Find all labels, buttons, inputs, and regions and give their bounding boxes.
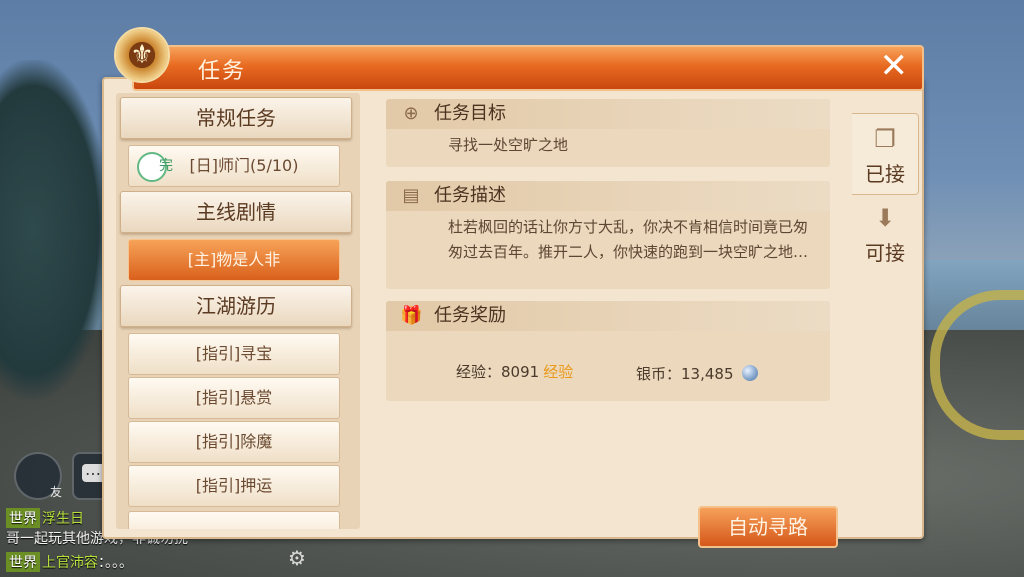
chat-sender[interactable]: 上官沛容 bbox=[42, 555, 98, 571]
dialog-titlebar: ⚜ 任务 ✕ bbox=[114, 27, 924, 91]
accepted-icon: ❐ bbox=[874, 125, 896, 153]
target-icon: ⊕ bbox=[403, 103, 419, 124]
description-section: ▤ 任务描述 杜若枫回的话让你方寸大乱，你决不肯相信时间竟已匆匆过去百年。推开二… bbox=[386, 181, 830, 289]
silver-coin-icon bbox=[741, 365, 758, 381]
dialog-title: 任务 bbox=[198, 59, 247, 84]
exp-value: 8091 bbox=[501, 363, 540, 381]
quest-item-main[interactable]: [主]物是人非 bbox=[128, 239, 340, 281]
description-text: 杜若枫回的话让你方寸大乱，你决不肯相信时间竟已匆匆过去百年。推开二人，你快速的跑… bbox=[448, 218, 809, 261]
quest-item-partial[interactable] bbox=[128, 511, 340, 529]
chat-channel-tag: 世界 bbox=[6, 508, 40, 528]
chat-line: 世界 上官沛容：。。。 bbox=[6, 552, 133, 572]
reward-header: 🎁 任务奖励 bbox=[386, 301, 830, 331]
goal-text: 寻找一处空旷之地 bbox=[448, 136, 569, 154]
silver-reward: 银币：13,485 bbox=[636, 363, 758, 384]
chat-message: ：。。。 bbox=[98, 555, 133, 571]
exp-icon: 经验 bbox=[543, 363, 574, 381]
exp-label: 经验： bbox=[456, 363, 502, 381]
silver-value: 13,485 bbox=[681, 365, 734, 383]
friends-label: 友 bbox=[49, 485, 62, 499]
tab-accepted-label: 已接 bbox=[865, 162, 905, 186]
quest-item-daily-sect[interactable]: 完 [日]师门(5/10) bbox=[128, 145, 340, 187]
gift-icon: 🎁 bbox=[400, 305, 423, 326]
description-header: ▤ 任务描述 bbox=[386, 181, 830, 211]
quest-item-treasure[interactable]: [指引]寻宝 bbox=[128, 333, 340, 375]
tab-available[interactable]: ⬇ 可接 bbox=[852, 193, 918, 273]
goal-header: ⊕ 任务目标 bbox=[386, 99, 830, 129]
close-icon[interactable]: ✕ bbox=[880, 46, 909, 86]
background-tree bbox=[0, 60, 110, 400]
quest-item-demon[interactable]: [指引]除魔 bbox=[128, 421, 340, 463]
quest-dialog: 常规任务 完 [日]师门(5/10) 主线剧情 [主]物是人非 江湖游历 [指引… bbox=[102, 27, 924, 548]
chat-line: 世界 浮生日 bbox=[6, 508, 84, 528]
document-icon: ▤ bbox=[402, 185, 420, 206]
reward-title: 任务奖励 bbox=[434, 305, 506, 326]
quest-list: 常规任务 完 [日]师门(5/10) 主线剧情 [主]物是人非 江湖游历 [指引… bbox=[116, 93, 360, 529]
completed-badge-icon: 完 bbox=[137, 152, 173, 182]
category-wander[interactable]: 江湖游历 bbox=[120, 285, 352, 327]
quest-detail: ⊕ 任务目标 寻找一处空旷之地 ▤ 任务描述 杜若枫回的话让你方寸大乱，你决不肯… bbox=[374, 93, 844, 548]
tab-available-label: 可接 bbox=[865, 241, 905, 265]
chat-sender[interactable]: 浮生日 bbox=[42, 511, 84, 527]
description-title: 任务描述 bbox=[434, 185, 506, 206]
category-main-story[interactable]: 主线剧情 bbox=[120, 191, 352, 233]
tab-accepted[interactable]: ❐ 已接 bbox=[852, 113, 919, 195]
quest-item-escort[interactable]: [指引]押运 bbox=[128, 465, 340, 507]
category-regular[interactable]: 常规任务 bbox=[120, 97, 352, 139]
quest-item-label: [日]师门(5/10) bbox=[189, 156, 299, 175]
auto-pathfind-button[interactable]: 自动寻路 bbox=[698, 506, 838, 548]
goal-title: 任务目标 bbox=[434, 103, 506, 124]
reward-section: 🎁 任务奖励 经验：8091 经验 银币：13,485 bbox=[386, 301, 830, 401]
friends-button[interactable]: 友 bbox=[14, 452, 62, 500]
settings-gear-icon[interactable]: ⚙ bbox=[288, 546, 306, 570]
goal-section: ⊕ 任务目标 寻找一处空旷之地 bbox=[386, 99, 830, 167]
quest-item-bounty[interactable]: [指引]悬赏 bbox=[128, 377, 340, 419]
dialog-emblem-icon: ⚜ bbox=[114, 27, 170, 83]
exp-reward: 经验：8091 经验 bbox=[456, 361, 573, 382]
silver-label: 银币： bbox=[636, 365, 682, 383]
chat-channel-tag: 世界 bbox=[6, 552, 40, 572]
quest-panel: 常规任务 完 [日]师门(5/10) 主线剧情 [主]物是人非 江湖游历 [指引… bbox=[102, 77, 924, 548]
download-icon: ⬇ bbox=[874, 204, 896, 232]
